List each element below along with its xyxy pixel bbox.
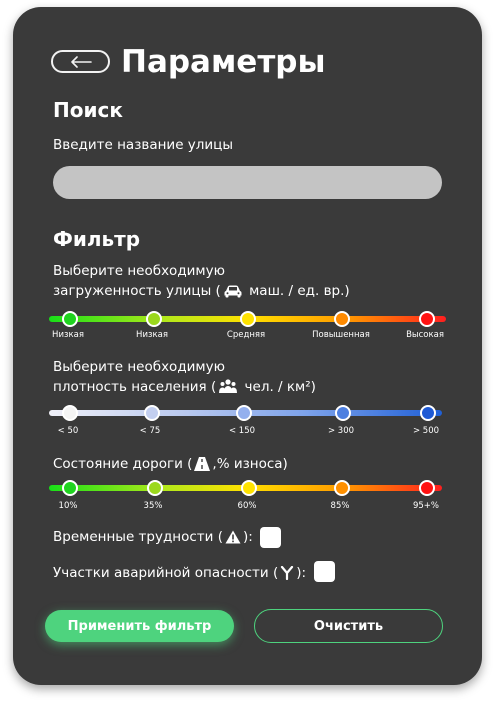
- density-label-suffix: чел. / км²): [240, 379, 316, 395]
- road-slider[interactable]: 10% 35% 60% 85% 95+%: [49, 480, 442, 511]
- density-tick-2: < 75: [139, 426, 161, 436]
- temporary-label-prefix: Временные трудности (: [53, 529, 223, 545]
- traffic-knob-3[interactable]: [240, 311, 256, 327]
- density-label-line2: плотность населения ( чел. / км²): [53, 377, 316, 397]
- road-label-prefix: Состояние дороги (: [53, 456, 193, 472]
- road-tick-4: 85%: [330, 501, 350, 511]
- traffic-tick-1: Низкая: [52, 330, 84, 340]
- accident-label-prefix: Участки аварийной опасности (: [53, 565, 279, 581]
- road-knob-2[interactable]: [147, 480, 163, 496]
- people-icon: [219, 379, 238, 393]
- back-button[interactable]: [51, 50, 110, 73]
- density-knob-1[interactable]: [62, 405, 78, 421]
- road-knob-3[interactable]: [241, 480, 257, 496]
- traffic-slider[interactable]: Низкая Низкая Средняя Повышенная Высокая: [49, 311, 446, 340]
- density-tick-3: < 150: [228, 426, 256, 436]
- traffic-label-suffix: маш. / ед. вр.): [244, 283, 350, 299]
- density-label-line1: Выберите необходимую: [53, 359, 225, 375]
- road-tick-1: 10%: [58, 501, 78, 511]
- apply-filter-button[interactable]: Применить фильтр: [45, 610, 234, 642]
- fork-icon: [281, 566, 294, 580]
- road-tick-3: 60%: [237, 501, 257, 511]
- car-icon: [224, 285, 242, 298]
- traffic-knob-5[interactable]: [419, 311, 435, 327]
- traffic-tick-5: Высокая: [406, 330, 444, 340]
- warning-icon: [225, 530, 241, 544]
- road-knob-4[interactable]: [334, 480, 350, 496]
- road-label-suffix: ,% износа): [212, 456, 288, 472]
- traffic-knob-4[interactable]: [334, 311, 350, 327]
- density-knob-4[interactable]: [335, 405, 351, 421]
- traffic-tick-4: Повышенная: [312, 330, 370, 340]
- traffic-tick-3: Средняя: [226, 330, 266, 340]
- traffic-label-line1: Выберите необходимую: [53, 263, 225, 279]
- street-search-input[interactable]: [53, 166, 442, 199]
- density-knob-2[interactable]: [144, 405, 160, 421]
- density-tick-1: < 50: [57, 426, 79, 436]
- temporary-checkbox[interactable]: [260, 527, 281, 548]
- traffic-tick-2: Низкая: [136, 330, 168, 340]
- traffic-knob-2[interactable]: [146, 311, 162, 327]
- temporary-label-suffix: ):: [243, 529, 253, 545]
- road-label: Состояние дороги ( ,% износа): [53, 454, 288, 474]
- road-tick-2: 35%: [143, 501, 163, 511]
- density-label-prefix: плотность населения (: [53, 379, 217, 395]
- accident-checkbox[interactable]: [314, 561, 335, 582]
- traffic-knob-1[interactable]: [62, 311, 78, 327]
- road-knob-5[interactable]: [419, 480, 435, 496]
- density-slider[interactable]: < 50 < 75 < 150 > 300 > 500: [49, 405, 442, 436]
- road-icon: [194, 457, 211, 471]
- traffic-label-line2: загруженность улицы ( маш. / ед. вр.): [53, 281, 350, 301]
- filter-heading: Фильтр: [53, 227, 141, 251]
- density-tick-5: > 500: [412, 426, 440, 436]
- clear-button[interactable]: Очистить: [254, 609, 443, 643]
- search-heading: Поиск: [53, 98, 123, 122]
- density-tick-4: > 300: [327, 426, 355, 436]
- traffic-label-prefix: загруженность улицы (: [53, 283, 221, 299]
- temporary-label: Временные трудности ():: [53, 527, 253, 547]
- search-label: Введите название улицы: [53, 137, 234, 153]
- density-knob-3[interactable]: [236, 405, 252, 421]
- road-knob-1[interactable]: [62, 480, 78, 496]
- density-knob-5[interactable]: [420, 405, 436, 421]
- arrow-left-icon: [70, 55, 92, 68]
- traffic-label: Выберите необходимую загруженность улицы…: [53, 261, 350, 301]
- accident-label: Участки аварийной опасности ():: [53, 563, 306, 583]
- accident-label-suffix: ):: [296, 565, 307, 581]
- density-label: Выберите необходимую плотность населения…: [53, 357, 316, 397]
- road-tick-5: 95+%: [412, 501, 440, 511]
- page-title: Параметры: [121, 44, 326, 80]
